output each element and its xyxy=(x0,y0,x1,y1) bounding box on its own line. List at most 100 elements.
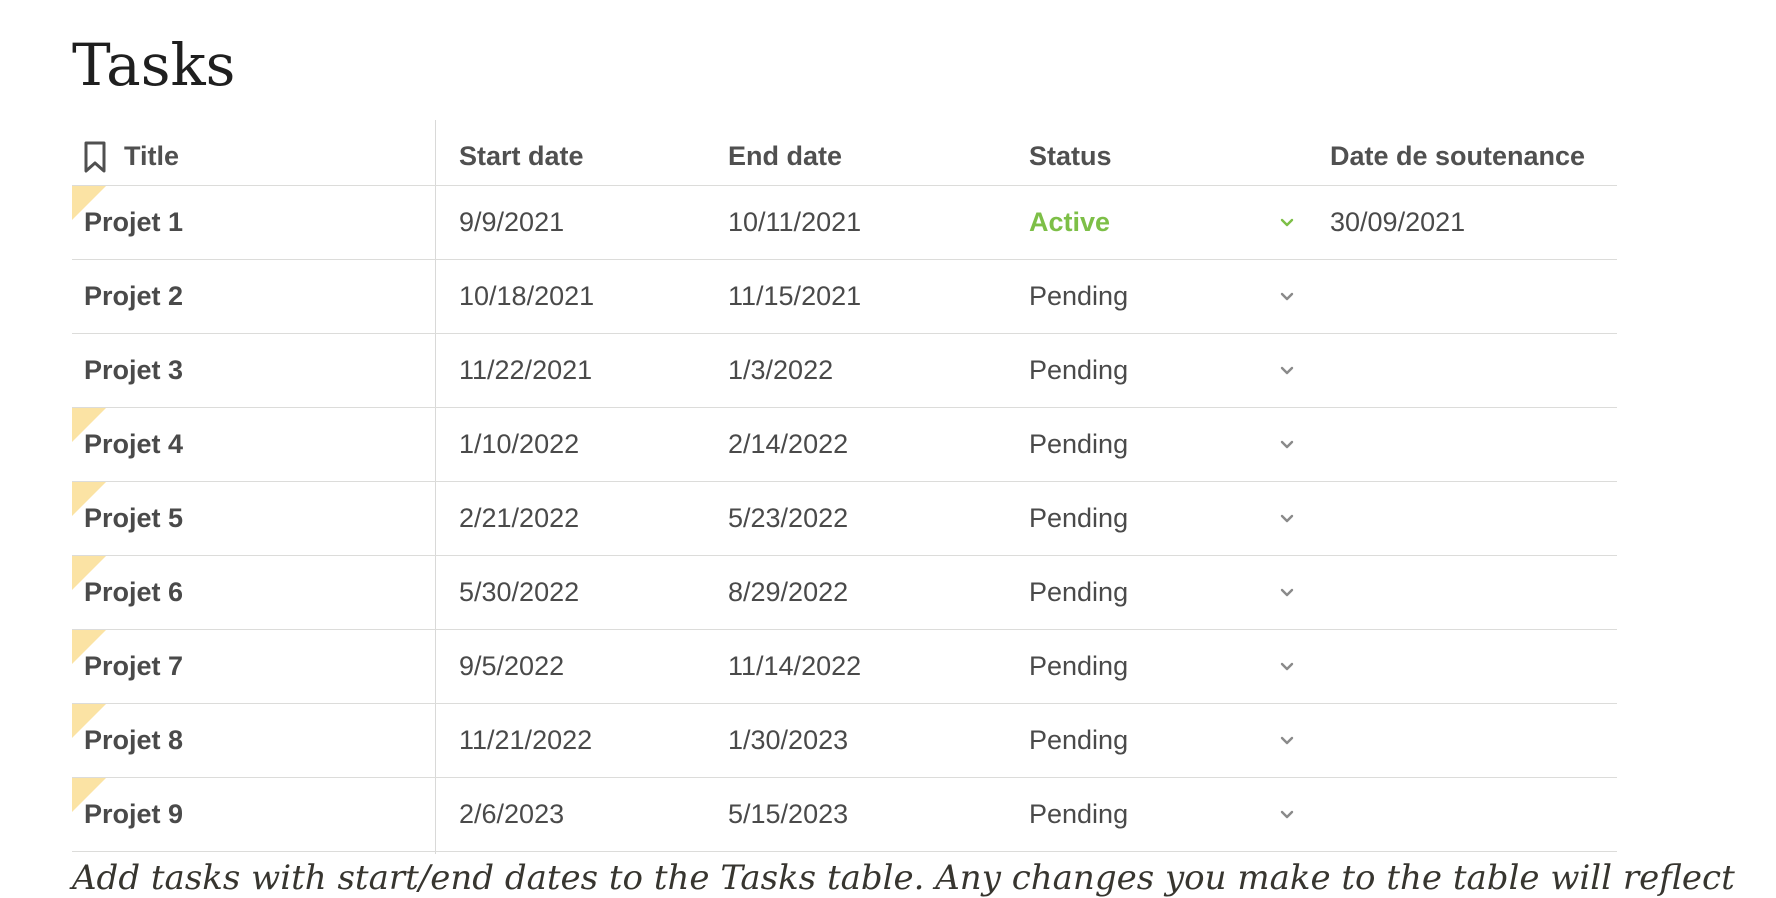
tasks-table: Title Start date End date Status Date de… xyxy=(72,120,1617,852)
chevron-down-icon xyxy=(1280,514,1294,522)
defense-date-cell[interactable] xyxy=(1330,556,1620,629)
chevron-down-icon xyxy=(1280,440,1294,448)
end-date-cell[interactable]: 8/29/2022 xyxy=(728,556,1018,629)
status-dropdown-toggle[interactable] xyxy=(1272,186,1302,259)
status-dropdown-toggle[interactable] xyxy=(1272,260,1302,333)
end-date-value: 8/29/2022 xyxy=(728,577,849,607)
status-value: Pending xyxy=(1029,577,1129,607)
status-dropdown-toggle[interactable] xyxy=(1272,408,1302,481)
page-description: Add tasks with start/end dates to the Ta… xyxy=(72,858,1735,898)
row-title[interactable]: Projet 6 xyxy=(84,577,183,608)
end-date-cell[interactable]: 11/15/2021 xyxy=(728,260,1018,333)
status-cell[interactable]: Pending xyxy=(1029,704,1309,777)
column-header-title[interactable]: Title xyxy=(80,120,430,185)
table-row[interactable]: Projet 9 2/6/2023 5/15/2023 Pending xyxy=(72,778,1617,852)
end-date-cell[interactable]: 5/15/2023 xyxy=(728,778,1018,851)
table-row[interactable]: Projet 4 1/10/2022 2/14/2022 Pending xyxy=(72,408,1617,482)
table-row[interactable]: Projet 2 10/18/2021 11/15/2021 Pending xyxy=(72,260,1617,334)
start-date-cell[interactable]: 11/22/2021 xyxy=(459,334,719,407)
row-title[interactable]: Projet 7 xyxy=(84,651,183,682)
status-cell[interactable]: Active xyxy=(1029,186,1309,259)
end-date-cell[interactable]: 1/30/2023 xyxy=(728,704,1018,777)
defense-date-cell[interactable] xyxy=(1330,482,1620,555)
chevron-down-icon xyxy=(1280,218,1294,226)
start-date-cell[interactable]: 2/6/2023 xyxy=(459,778,719,851)
defense-date-cell[interactable] xyxy=(1330,408,1620,481)
start-date-cell[interactable]: 2/21/2022 xyxy=(459,482,719,555)
status-cell[interactable]: Pending xyxy=(1029,334,1309,407)
end-date-cell[interactable]: 10/11/2021 xyxy=(728,186,1018,259)
start-date-cell[interactable]: 10/18/2021 xyxy=(459,260,719,333)
row-title-cell[interactable]: Projet 7 xyxy=(84,630,434,703)
row-title-cell[interactable]: Projet 2 xyxy=(84,260,434,333)
table-row[interactable]: Projet 5 2/21/2022 5/23/2022 Pending xyxy=(72,482,1617,556)
table-row[interactable]: Projet 7 9/5/2022 11/14/2022 Pending xyxy=(72,630,1617,704)
table-row[interactable]: Projet 1 9/9/2021 10/11/2021 Active 30/0… xyxy=(72,186,1617,260)
row-title-cell[interactable]: Projet 5 xyxy=(84,482,434,555)
defense-date-cell[interactable] xyxy=(1330,704,1620,777)
table-row[interactable]: Projet 6 5/30/2022 8/29/2022 Pending xyxy=(72,556,1617,630)
status-value: Pending xyxy=(1029,429,1129,459)
status-cell[interactable]: Pending xyxy=(1029,630,1309,703)
status-dropdown-toggle[interactable] xyxy=(1272,630,1302,703)
start-date-cell[interactable]: 11/21/2022 xyxy=(459,704,719,777)
row-title-cell[interactable]: Projet 6 xyxy=(84,556,434,629)
row-title[interactable]: Projet 3 xyxy=(84,355,183,386)
end-date-cell[interactable]: 11/14/2022 xyxy=(728,630,1018,703)
end-date-cell[interactable]: 5/23/2022 xyxy=(728,482,1018,555)
start-date-cell[interactable]: 1/10/2022 xyxy=(459,408,719,481)
end-date-value: 10/11/2021 xyxy=(728,207,862,237)
table-row[interactable]: Projet 8 11/21/2022 1/30/2023 Pending xyxy=(72,704,1617,778)
row-title[interactable]: Projet 2 xyxy=(84,281,183,312)
row-title-cell[interactable]: Projet 4 xyxy=(84,408,434,481)
status-dropdown-toggle[interactable] xyxy=(1272,556,1302,629)
defense-date-cell[interactable] xyxy=(1330,778,1620,851)
status-dropdown-toggle[interactable] xyxy=(1272,482,1302,555)
column-header-start-date[interactable]: Start date xyxy=(459,120,719,185)
status-cell[interactable]: Pending xyxy=(1029,260,1309,333)
status-value: Pending xyxy=(1029,281,1129,311)
chevron-down-icon xyxy=(1280,810,1294,818)
row-title[interactable]: Projet 9 xyxy=(84,799,183,830)
status-dropdown-toggle[interactable] xyxy=(1272,334,1302,407)
status-cell[interactable]: Pending xyxy=(1029,778,1309,851)
end-date-cell[interactable]: 2/14/2022 xyxy=(728,408,1018,481)
status-dropdown-toggle[interactable] xyxy=(1272,704,1302,777)
defense-date-cell[interactable]: 30/09/2021 xyxy=(1330,186,1620,259)
start-date-cell[interactable]: 9/5/2022 xyxy=(459,630,719,703)
column-header-status[interactable]: Status xyxy=(1029,120,1309,185)
column-header-end-date[interactable]: End date xyxy=(728,120,1018,185)
end-date-value: 1/30/2023 xyxy=(728,725,849,755)
bookmark-icon xyxy=(84,141,106,172)
status-cell[interactable]: Pending xyxy=(1029,482,1309,555)
row-title[interactable]: Projet 8 xyxy=(84,725,183,756)
end-date-value: 5/15/2023 xyxy=(728,799,849,829)
status-dropdown-toggle[interactable] xyxy=(1272,778,1302,851)
defense-date-cell[interactable] xyxy=(1330,630,1620,703)
start-date-cell[interactable]: 9/9/2021 xyxy=(459,186,719,259)
row-title-cell[interactable]: Projet 1 xyxy=(84,186,434,259)
start-date-value: 11/22/2021 xyxy=(459,355,593,385)
row-title-cell[interactable]: Projet 9 xyxy=(84,778,434,851)
end-date-value: 5/23/2022 xyxy=(728,503,849,533)
table-header: Title Start date End date Status Date de… xyxy=(72,120,1617,186)
row-title[interactable]: Projet 5 xyxy=(84,503,183,534)
start-date-value: 10/18/2021 xyxy=(459,281,595,311)
start-date-value: 9/5/2022 xyxy=(459,651,565,681)
status-value: Pending xyxy=(1029,503,1129,533)
defense-date-cell[interactable] xyxy=(1330,260,1620,333)
table-body: Projet 1 9/9/2021 10/11/2021 Active 30/0… xyxy=(72,186,1617,852)
end-date-value: 11/14/2022 xyxy=(728,651,862,681)
row-title-cell[interactable]: Projet 3 xyxy=(84,334,434,407)
status-cell[interactable]: Pending xyxy=(1029,556,1309,629)
defense-date-cell[interactable] xyxy=(1330,334,1620,407)
start-date-value: 11/21/2022 xyxy=(459,725,593,755)
start-date-cell[interactable]: 5/30/2022 xyxy=(459,556,719,629)
row-title[interactable]: Projet 1 xyxy=(84,207,183,238)
row-title[interactable]: Projet 4 xyxy=(84,429,183,460)
column-header-defense-date[interactable]: Date de soutenance xyxy=(1330,120,1620,185)
row-title-cell[interactable]: Projet 8 xyxy=(84,704,434,777)
status-cell[interactable]: Pending xyxy=(1029,408,1309,481)
table-row[interactable]: Projet 3 11/22/2021 1/3/2022 Pending xyxy=(72,334,1617,408)
end-date-cell[interactable]: 1/3/2022 xyxy=(728,334,1018,407)
